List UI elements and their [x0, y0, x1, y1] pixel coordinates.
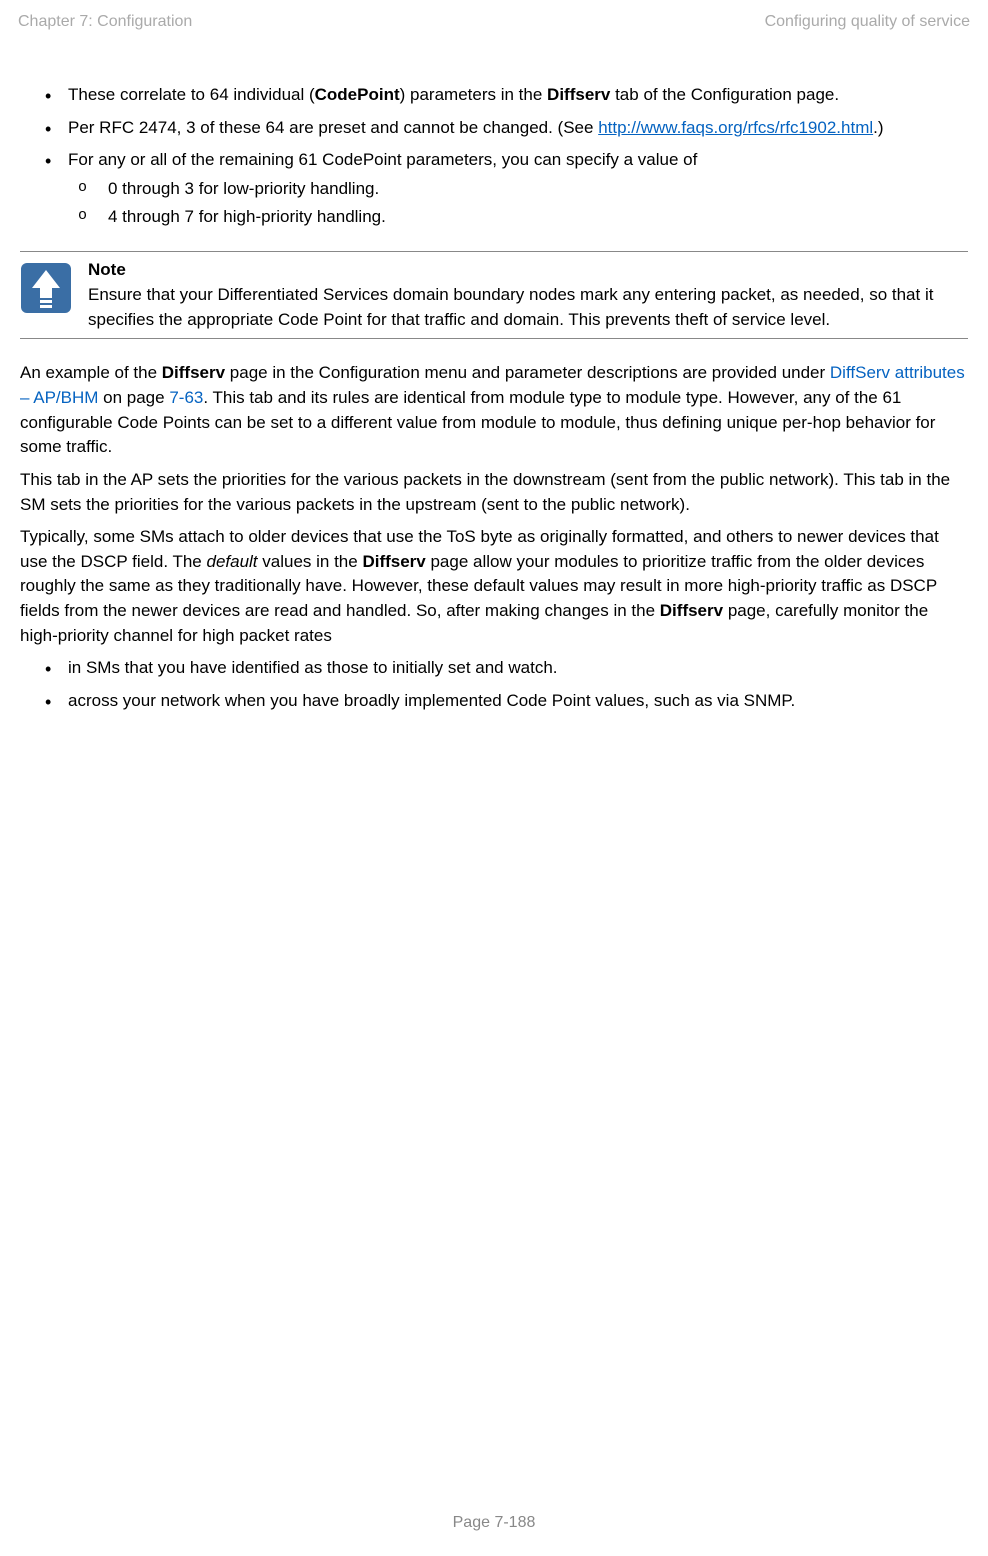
header-section: Configuring quality of service	[765, 10, 970, 33]
page-content: These correlate to 64 individual (CodePo…	[18, 83, 970, 713]
note-title: Note	[88, 258, 962, 283]
rfc-link[interactable]: http://www.faqs.org/rfcs/rfc1902.html	[598, 118, 873, 137]
note-callout: Note Ensure that your Differentiated Ser…	[20, 251, 968, 339]
sub-list: 0 through 3 for low-priority handling. 4…	[68, 177, 968, 229]
bullet-list-2: in SMs that you have identified as those…	[20, 656, 968, 713]
list-item: in SMs that you have identified as those…	[48, 656, 968, 681]
note-body: Ensure that your Differentiated Services…	[88, 283, 962, 332]
sub-list-item: 0 through 3 for low-priority handling.	[76, 177, 968, 202]
cross-reference-page[interactable]: 7-63	[169, 388, 203, 407]
bullet-list-1: These correlate to 64 individual (CodePo…	[20, 83, 968, 229]
paragraph: This tab in the AP sets the priorities f…	[20, 468, 968, 517]
list-item: For any or all of the remaining 61 CodeP…	[48, 148, 968, 229]
header-chapter: Chapter 7: Configuration	[18, 10, 192, 33]
page-header: Chapter 7: Configuration Configuring qua…	[18, 10, 970, 33]
list-item: These correlate to 64 individual (CodePo…	[48, 83, 968, 108]
paragraph: Typically, some SMs attach to older devi…	[20, 525, 968, 648]
note-icon	[20, 262, 72, 314]
list-item: across your network when you have broadl…	[48, 689, 968, 714]
list-item: Per RFC 2474, 3 of these 64 are preset a…	[48, 116, 968, 141]
sub-list-item: 4 through 7 for high-priority handling.	[76, 205, 968, 230]
note-text: Note Ensure that your Differentiated Ser…	[88, 258, 968, 332]
page-footer: Page 7-188	[0, 1511, 988, 1534]
paragraph: An example of the Diffserv page in the C…	[20, 361, 968, 460]
